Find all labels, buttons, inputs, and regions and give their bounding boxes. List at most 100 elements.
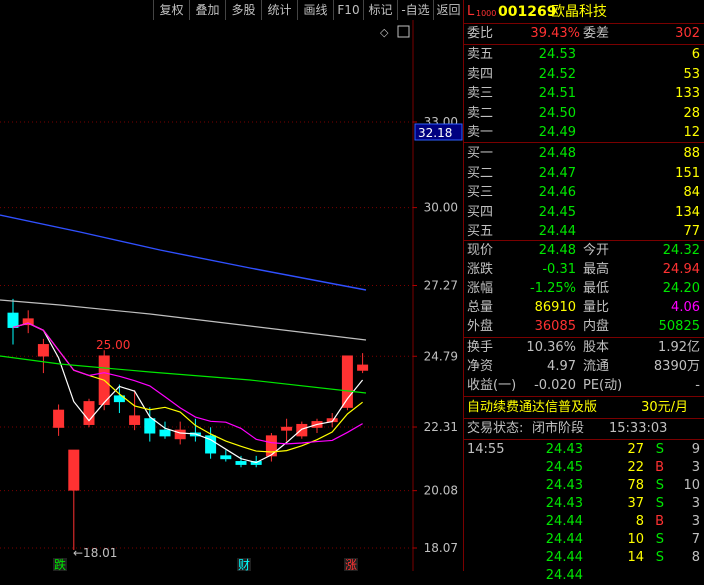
status-value: 闭市阶段	[532, 421, 585, 436]
tick-price: 24.43	[545, 478, 583, 493]
candle-body	[281, 426, 293, 431]
tick-row: 24.44 8 B 3	[463, 513, 704, 531]
ad-text[interactable]: 自动续费通达信普及版	[467, 399, 597, 417]
tick-row: 24.44	[463, 567, 704, 585]
candle-body	[357, 364, 369, 371]
stat-label: 现价	[467, 243, 494, 258]
ma5-line	[12, 322, 364, 464]
bid-volume: 84	[683, 185, 700, 200]
ask-volume: 133	[675, 86, 700, 101]
axis-label: 24.79	[424, 349, 458, 363]
tick-side: S	[655, 532, 664, 547]
ask-volume: 6	[691, 47, 700, 62]
ask-label: 卖一	[467, 125, 494, 140]
candle-body	[265, 435, 277, 457]
candle-body	[53, 409, 65, 428]
stat-value: -0.020	[534, 378, 576, 393]
stat-value: 24.94	[662, 262, 700, 277]
stat-label: 内盘	[583, 319, 610, 334]
stat-label: 外盘	[467, 319, 494, 334]
low-mark-label: ←18.01	[73, 546, 117, 560]
tick-volume: 10	[627, 532, 644, 547]
bid-label: 买四	[467, 204, 494, 220]
bid-volume: 88	[683, 146, 700, 161]
stat-label: PE(动)	[583, 378, 623, 393]
ma60-line	[0, 355, 367, 394]
stat-value: 36085	[534, 319, 576, 334]
stat-label: 换手	[467, 340, 494, 355]
ask-price: 24.52	[538, 66, 576, 82]
candle-body	[144, 418, 156, 434]
ask-volume: 12	[683, 125, 700, 140]
tick-count: 3	[691, 460, 700, 475]
current-price-label: 32.18	[418, 126, 452, 140]
tick-price: 24.43	[545, 442, 583, 457]
stat-label: 涨跌	[467, 262, 494, 277]
trade-status: 交易状态: 闭市阶段 15:33:03	[463, 420, 704, 438]
tick-price: 24.44	[545, 550, 583, 565]
stat-label: 今开	[583, 243, 610, 258]
bid-price: 24.46	[538, 185, 576, 200]
axis-label: 22.31	[424, 420, 458, 434]
tick-price: 24.44	[545, 514, 583, 529]
axis-label: 27.27	[424, 278, 458, 292]
ask-row: 卖三 24.51 133	[463, 85, 704, 103]
stat-value: 86910	[534, 300, 576, 315]
tick-row: 14:55 24.43 27 S 9	[463, 441, 704, 459]
ask-label: 卖三	[467, 86, 494, 101]
candle-body	[220, 455, 232, 460]
tick-price: 24.43	[545, 496, 583, 511]
stat-label: 最高	[583, 262, 610, 277]
tick-count: 3	[691, 496, 700, 511]
stat-label: 收益(一)	[467, 378, 517, 393]
tick-volume: 78	[627, 478, 644, 493]
axis-label: 30.00	[424, 201, 458, 215]
ad-price[interactable]: 30元/月	[641, 399, 688, 417]
axis-label: 20.08	[424, 484, 458, 498]
tick-time: 14:55	[467, 442, 505, 457]
tick-row: 24.44 14 S 8	[463, 549, 704, 567]
stat-label: 流通	[583, 359, 610, 374]
tick-row: 24.45 22 B 3	[463, 459, 704, 477]
ma120-line	[0, 299, 367, 341]
stat-row: 现价 24.48 今开 24.32	[463, 242, 704, 260]
bottom-marker-1: 财	[238, 558, 250, 571]
tick-count: 8	[691, 550, 700, 565]
diamond-icon: ◇	[380, 26, 389, 39]
tick-side: B	[655, 514, 664, 529]
ask-label: 卖四	[467, 66, 494, 82]
bid-price: 24.47	[538, 165, 576, 181]
bid-volume: 134	[675, 204, 700, 220]
stat-row: 外盘 36085 内盘 50825	[463, 318, 704, 336]
tick-volume: 27	[627, 442, 644, 457]
stat-value: 24.32	[662, 243, 700, 258]
tick-price: 24.45	[545, 460, 583, 475]
status-label: 交易状态:	[467, 421, 524, 436]
ad-banner[interactable]: 自动续费通达信普及版 30元/月	[463, 399, 704, 417]
bid-label: 买三	[467, 185, 494, 200]
ask-volume: 53	[683, 66, 700, 82]
tick-count: 7	[691, 532, 700, 547]
bid-volume: 77	[683, 224, 700, 239]
quote-panel: L 1000 001269 欧晶科技 委比 39.43% 委差 302 自动续费…	[463, 0, 704, 583]
ask-row: 卖四 24.52 53	[463, 66, 704, 84]
stat-label: 股本	[583, 340, 610, 355]
stat-row: 涨幅 -1.25% 最低 24.20	[463, 280, 704, 298]
stat-value: 4.06	[671, 300, 700, 315]
candle-body	[7, 312, 19, 328]
ask-label: 卖五	[467, 47, 494, 62]
stat-value: 1.92亿	[658, 340, 700, 355]
bid-row: 买五 24.44 77	[463, 223, 704, 241]
ask-price: 24.51	[538, 86, 576, 101]
ma20-line	[12, 322, 363, 445]
stock-header: L 1000 001269 欧晶科技	[463, 2, 704, 22]
weibi-value: 39.43%	[530, 26, 580, 41]
ask-volume: 28	[683, 105, 700, 121]
kline-chart[interactable]: 33.0030.0027.2724.7922.3120.0818.0732.18…	[0, 0, 463, 571]
stat-value: -	[695, 378, 700, 393]
tick-volume: 22	[627, 460, 644, 475]
stat-row: 总量 86910 量比 4.06	[463, 299, 704, 317]
stat-value: 10.36%	[526, 340, 576, 355]
tick-volume: 8	[635, 514, 644, 529]
tick-volume: 37	[627, 496, 644, 511]
